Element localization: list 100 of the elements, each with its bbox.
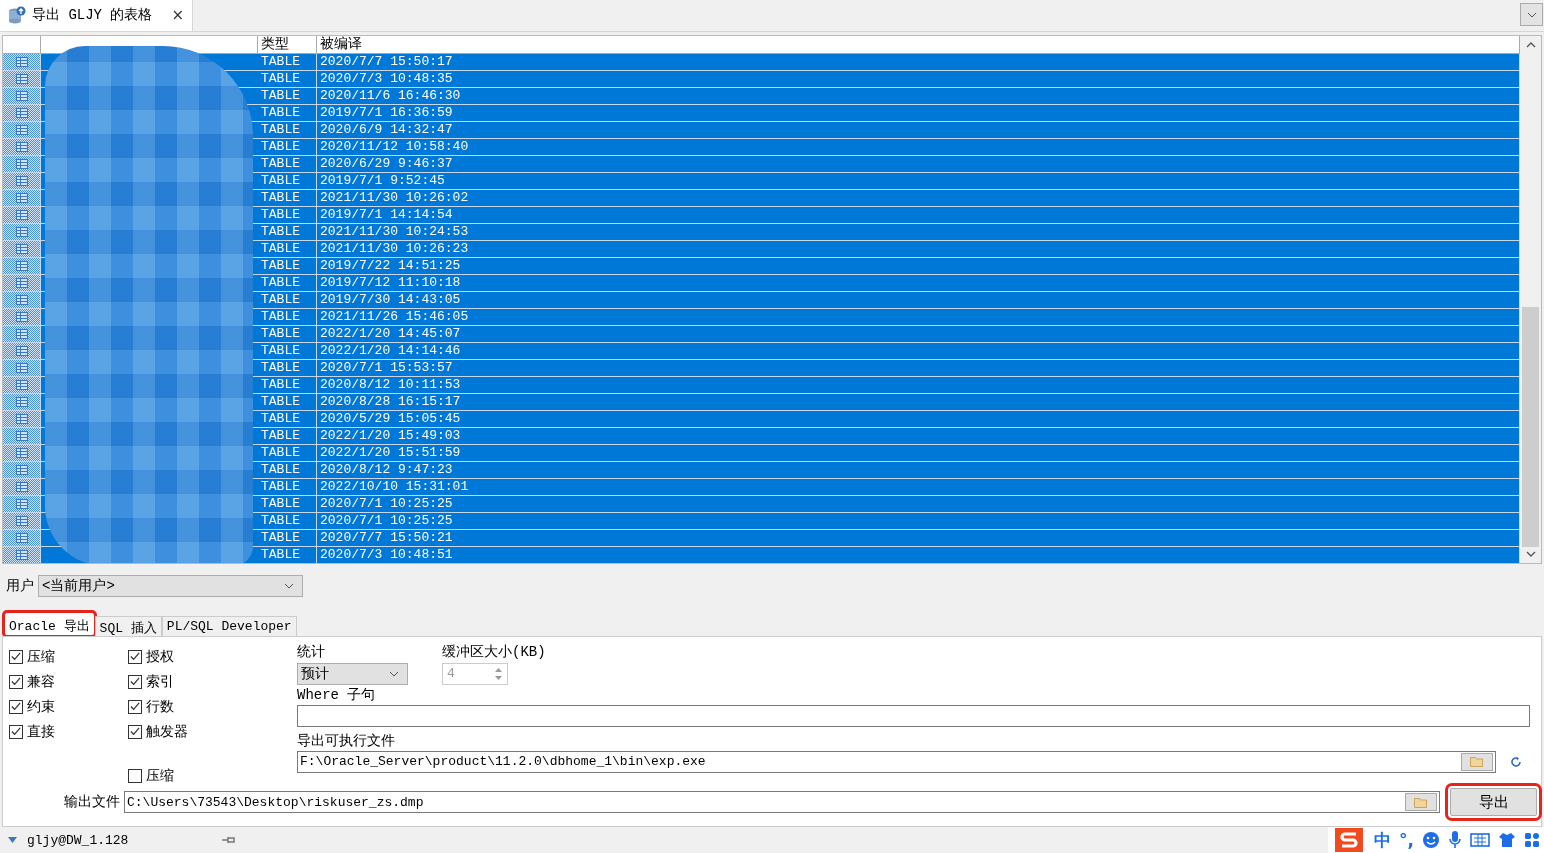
database-export-icon — [8, 6, 26, 25]
table-icon — [15, 379, 28, 390]
column-header[interactable]: 类型 — [258, 35, 317, 53]
table-icon — [15, 277, 28, 288]
spin-arrows-icon — [494, 665, 503, 682]
statistics-dropdown[interactable]: 预计 — [297, 662, 408, 685]
keyboard-icon[interactable] — [1470, 832, 1490, 848]
table-icon — [15, 532, 28, 543]
output-file-field[interactable]: C:\Users\73543\Desktop\riskuser_zs.dmp — [124, 791, 1440, 813]
chevron-up-icon — [1525, 41, 1536, 48]
table-icon — [15, 447, 28, 458]
table-cell: TABLE — [258, 87, 317, 104]
user-dropdown[interactable]: <当前用户> — [38, 574, 303, 597]
user-label: 用户 — [6, 576, 34, 595]
option-checkbox[interactable]: 索引 — [128, 673, 247, 690]
table-icon — [15, 311, 28, 322]
export-tab[interactable]: Oracle 导出 — [4, 611, 95, 636]
pin-icon[interactable] — [222, 836, 237, 844]
table-icon — [15, 56, 28, 67]
table-icon — [15, 515, 28, 526]
table-cell: TABLE — [258, 444, 317, 461]
option-checkbox[interactable]: 约束 — [9, 698, 128, 715]
where-clause-field[interactable] — [297, 704, 1530, 727]
tab-title: 导出 GLJY 的表格 — [32, 6, 154, 25]
option-checkbox[interactable]: 兼容 — [9, 673, 128, 690]
export-tab[interactable]: SQL 插入 — [94, 615, 162, 636]
checkbox-label: 约束 — [27, 697, 55, 716]
table-icon — [15, 107, 28, 118]
checkbox-label: 兼容 — [27, 672, 55, 691]
checkbox-label: 直接 — [27, 722, 55, 741]
chevron-down-icon — [389, 670, 399, 677]
option-checkbox[interactable]: 行数 — [128, 698, 247, 715]
option-checkbox[interactable]: 压缩 — [128, 767, 247, 784]
checkbox-label: 压缩 — [146, 766, 174, 785]
table-icon — [15, 362, 28, 373]
checkbox-label: 授权 — [146, 647, 174, 666]
table-cell: TABLE — [258, 495, 317, 512]
table-cell: TABLE — [258, 376, 317, 393]
table-cell: TABLE — [258, 155, 317, 172]
table-cell: TABLE — [258, 172, 317, 189]
smiley-icon[interactable] — [1422, 831, 1440, 849]
table-cell: TABLE — [258, 529, 317, 546]
table-icon — [15, 328, 28, 339]
ime-button[interactable]: 中 — [1374, 828, 1392, 852]
table-icon — [15, 260, 28, 271]
checkbox-label: 触发器 — [146, 722, 188, 741]
table-cell: TABLE — [258, 427, 317, 444]
table-icon — [15, 141, 28, 152]
table-cell: TABLE — [258, 291, 317, 308]
executable-label: 导出可执行文件 — [297, 731, 396, 750]
table-cell: TABLE — [258, 274, 317, 291]
document-tab[interactable]: 导出 GLJY 的表格 × — [0, 0, 193, 31]
table-cell: TABLE — [258, 189, 317, 206]
table-icon — [15, 158, 28, 169]
connection-label: gljy@DW_1.128 — [27, 832, 129, 848]
table-icon — [15, 209, 28, 220]
triangle-down-icon[interactable] — [8, 837, 17, 843]
ime-button[interactable]: °, — [1399, 830, 1414, 850]
export-tab[interactable]: PL/SQL Developer — [161, 615, 297, 636]
table-cell: TABLE — [258, 393, 317, 410]
option-checkbox[interactable]: 直接 — [9, 723, 128, 740]
executable-path-field[interactable]: F:\Oracle_Server\product\11.2.0\dbhome_1\bin\exp.exe — [297, 750, 1496, 773]
where-clause-label: Where 子句 — [297, 685, 377, 704]
table-cell: TABLE — [258, 308, 317, 325]
vertical-scrollbar[interactable] — [1520, 35, 1541, 563]
table-icon — [15, 90, 28, 101]
table-cell: TABLE — [258, 138, 317, 155]
folder-icon — [1470, 756, 1484, 767]
table-icon — [15, 481, 28, 492]
table-cell: TABLE — [258, 410, 317, 427]
table-icon — [15, 413, 28, 424]
browse-button[interactable] — [1461, 752, 1493, 771]
option-checkbox[interactable]: 触发器 — [128, 723, 247, 740]
folder-icon — [1414, 796, 1428, 808]
table-cell: TABLE — [258, 478, 317, 495]
option-checkbox[interactable]: 授权 — [128, 648, 247, 665]
table-cell: TABLE — [258, 257, 317, 274]
table-cell: TABLE — [258, 359, 317, 376]
buffer-size-label: 缓冲区大小(KB) — [442, 642, 546, 661]
table-icon — [15, 294, 28, 305]
microphone-icon[interactable] — [1448, 830, 1462, 850]
statistics-label: 统计 — [297, 642, 326, 661]
table-cell: TABLE — [258, 240, 317, 257]
table-cell: TABLE — [258, 223, 317, 240]
grid-icon[interactable] — [1524, 832, 1540, 848]
chevron-down-icon — [1526, 11, 1537, 18]
table-icon — [15, 430, 28, 441]
shirt-icon[interactable] — [1498, 832, 1516, 848]
table-icon — [15, 498, 28, 509]
close-button[interactable]: × — [171, 6, 184, 25]
table-cell: TABLE — [258, 53, 317, 70]
output-file-label: 输出文件 — [64, 793, 120, 811]
table-cell: TABLE — [258, 206, 317, 223]
option-checkbox[interactable]: 压缩 — [9, 648, 128, 665]
table-icon — [15, 175, 28, 186]
table-cell: TABLE — [258, 461, 317, 478]
table-cell: TABLE — [258, 512, 317, 529]
checkbox-label: 压缩 — [27, 647, 55, 666]
refresh-icon[interactable] — [1510, 755, 1522, 768]
chevron-down-icon — [1525, 550, 1536, 557]
